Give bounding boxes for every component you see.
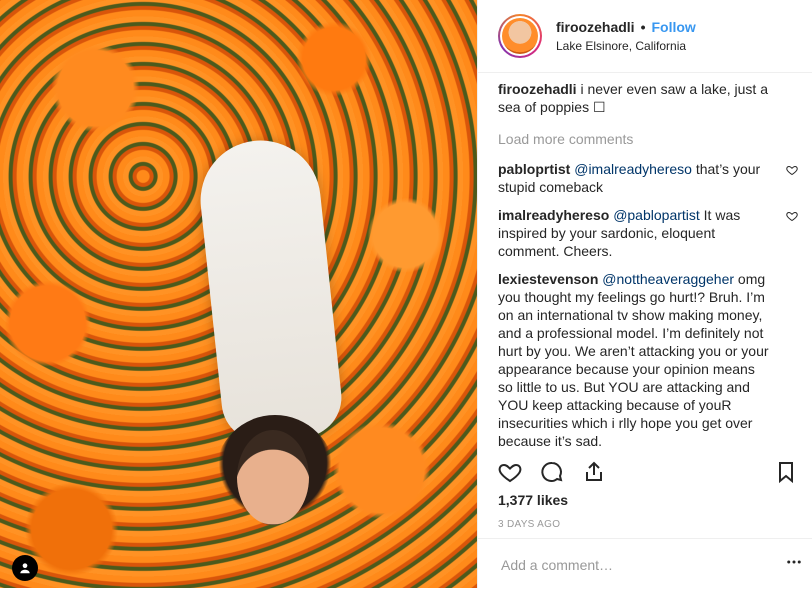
add-comment-bar: Add a comment…	[478, 538, 812, 589]
comment-mention[interactable]: @pablopartist	[613, 207, 700, 223]
user-profile-icon[interactable]	[12, 555, 38, 581]
post-location[interactable]: Lake Elsinore, California	[556, 39, 696, 53]
comment-input[interactable]: Add a comment…	[501, 557, 613, 573]
post-timestamp[interactable]: 3 DAYS AGO	[498, 519, 560, 530]
share-icon[interactable]	[582, 460, 606, 484]
comments-section: firoozehadli i never even saw a lake, ju…	[498, 80, 798, 452]
action-bar	[498, 456, 798, 488]
photo-subject	[185, 110, 346, 535]
load-more-comments[interactable]: Load more comments	[498, 130, 798, 148]
comment-username[interactable]: lexiestevenson	[498, 271, 598, 287]
caption-username[interactable]: firoozehadli	[498, 81, 577, 97]
bookmark-icon[interactable]	[774, 460, 798, 484]
comment-text: omg you thought my feelings go hurt!? Br…	[498, 271, 769, 449]
avatar[interactable]	[498, 14, 542, 58]
comment-username[interactable]: pabloprtist	[498, 161, 570, 177]
white-dress	[194, 134, 346, 446]
post-photo[interactable]	[0, 0, 477, 588]
face	[237, 430, 309, 525]
comment-mention[interactable]: @nottheaveraggeher	[602, 271, 734, 287]
likes-count[interactable]: 1,377 likes	[498, 492, 568, 508]
follow-button[interactable]: Follow	[651, 19, 695, 35]
heart-icon[interactable]	[498, 460, 522, 484]
comment-icon[interactable]	[540, 460, 564, 484]
comment-username[interactable]: imalreadyhereso	[498, 207, 609, 223]
post-username[interactable]: firoozehadli	[556, 19, 635, 35]
caption: firoozehadli i never even saw a lake, ju…	[498, 80, 798, 116]
heart-icon[interactable]	[786, 210, 798, 222]
post-header: firoozehadli • Follow Lake Elsinore, Cal…	[478, 0, 812, 73]
comment-item: pabloprtist @imalreadyhereso that’s your…	[498, 160, 798, 196]
more-options-icon[interactable]	[785, 553, 803, 571]
comment-mention[interactable]: @imalreadyhereso	[574, 161, 692, 177]
separator: •	[640, 19, 646, 35]
post-sidebar: firoozehadli • Follow Lake Elsinore, Cal…	[477, 0, 812, 588]
heart-icon[interactable]	[786, 164, 798, 176]
comment-item: imalreadyhereso @pablopartist It was ins…	[498, 206, 798, 260]
comment-item: lexiestevenson @nottheaveraggeher omg yo…	[498, 270, 798, 450]
